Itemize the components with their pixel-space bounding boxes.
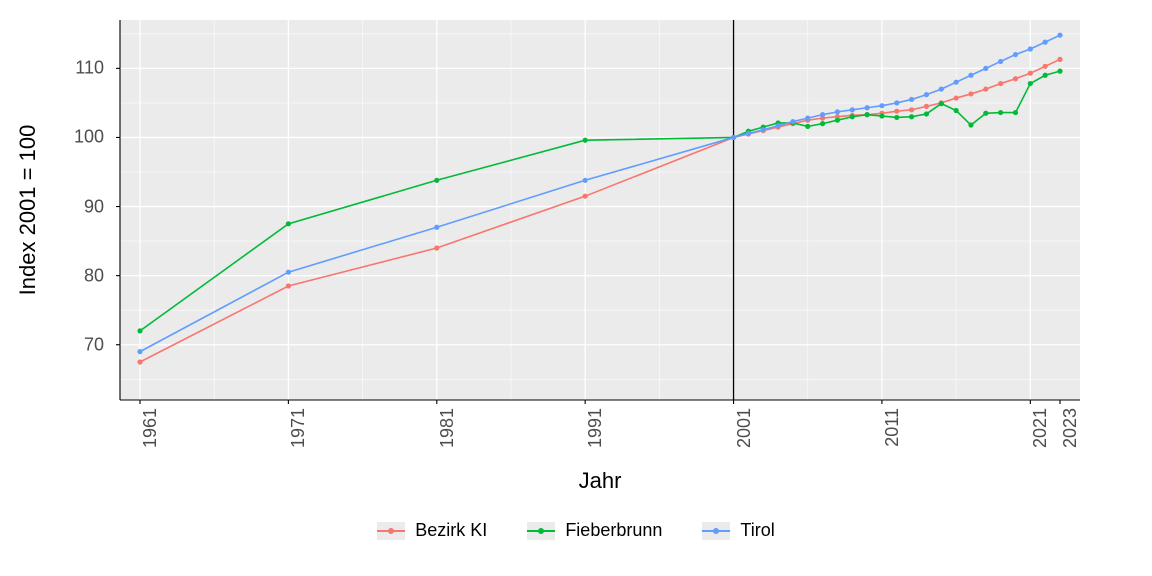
x-tick-label: 1971	[288, 408, 309, 448]
x-tick-label: 2023	[1060, 408, 1081, 448]
y-tick-label: 80	[0, 265, 112, 286]
plot-panel	[120, 20, 1080, 400]
x-axis-title: Jahr	[579, 468, 622, 494]
legend-line-icon	[527, 530, 555, 532]
plot-svg	[120, 20, 1080, 400]
x-tick-label: 2021	[1030, 408, 1051, 448]
legend-swatch	[377, 522, 405, 540]
legend-swatch	[702, 522, 730, 540]
y-axis-ticks: 70 80 90 100 110	[0, 20, 112, 400]
legend-swatch	[527, 522, 555, 540]
legend-line-icon	[702, 530, 730, 532]
legend-label: Fieberbrunn	[565, 520, 662, 541]
legend-line-icon	[377, 530, 405, 532]
legend-entry-bezirk-ki: Bezirk KI	[377, 520, 487, 541]
x-tick-label: 2011	[882, 408, 903, 447]
legend: Bezirk KI Fieberbrunn Tirol	[0, 520, 1152, 541]
legend-entry-tirol: Tirol	[702, 520, 774, 541]
x-tick-label: 1961	[140, 408, 161, 448]
x-axis-ticks: 1961 1971 1981 1991 2001 2011 2021 2023	[120, 400, 1080, 460]
y-tick-label: 70	[0, 334, 112, 355]
legend-label: Tirol	[740, 520, 774, 541]
legend-entry-fieberbrunn: Fieberbrunn	[527, 520, 662, 541]
y-tick-label: 90	[0, 196, 112, 217]
x-tick-label: 1991	[585, 408, 606, 448]
chart-container: Index 2001 = 100 Jahr 708090100110 19611…	[0, 0, 1152, 576]
x-tick-label: 1981	[437, 408, 458, 448]
y-tick-label: 110	[0, 58, 112, 79]
y-tick-label: 100	[0, 127, 112, 148]
legend-label: Bezirk KI	[415, 520, 487, 541]
x-tick-label: 2001	[734, 408, 755, 448]
